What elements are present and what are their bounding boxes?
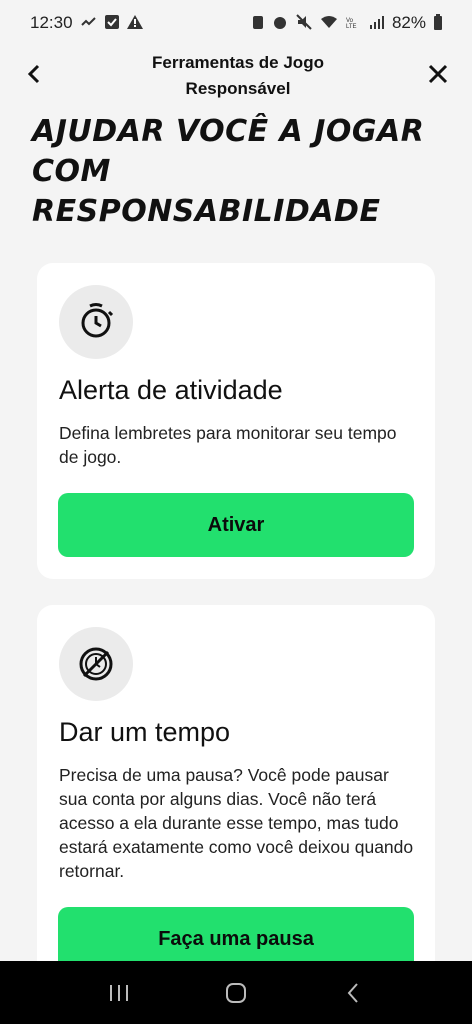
missed-call-icon	[80, 15, 97, 32]
recent-apps-button[interactable]	[99, 973, 139, 1013]
status-bar: 12:30 Vo LTE 82%	[0, 0, 472, 46]
header: Ferramentas de Jogo Responsável	[0, 46, 472, 102]
back-nav-button[interactable]	[333, 973, 373, 1013]
home-icon	[225, 982, 246, 1003]
home-button[interactable]	[216, 973, 256, 1013]
icon-circle	[59, 627, 133, 701]
status-time: 12:30	[30, 13, 73, 32]
system-nav-bar	[0, 961, 472, 1024]
chevron-left-icon	[27, 64, 40, 84]
checkbox-icon	[104, 14, 119, 32]
svg-text:LTE: LTE	[346, 24, 357, 29]
card-title: Dar um tempo	[59, 717, 231, 747]
mute-icon	[296, 13, 312, 33]
timer-icon	[81, 303, 114, 338]
clock-off-icon	[79, 647, 113, 681]
wifi-icon	[320, 15, 338, 32]
card-description: Precisa de uma pausa? Você pode pausar s…	[59, 765, 414, 881]
hero-title: AJUDAR VOCÊ A JOGAR COM RESPONSABILIDADE	[32, 114, 425, 229]
battery-saver-icon	[252, 14, 264, 33]
signal-icon	[369, 15, 384, 32]
recent-apps-icon	[109, 984, 128, 1001]
warning-icon	[126, 14, 143, 32]
card-title: Alerta de atividade	[59, 375, 283, 405]
icon-circle	[59, 285, 133, 359]
back-button[interactable]	[14, 54, 54, 94]
battery-icon	[434, 13, 442, 33]
close-icon	[428, 64, 448, 84]
take-break-card: Dar um tempo Precisa de uma pausa? Você …	[37, 605, 435, 1005]
battery-percent: 82%	[391, 13, 426, 32]
close-button[interactable]	[418, 54, 458, 94]
activity-alert-card: Alerta de atividade Defina lembretes par…	[37, 263, 435, 579]
back-icon	[347, 982, 359, 1003]
alarm-icon	[272, 14, 288, 33]
page-title: Ferramentas de Jogo Responsável	[152, 53, 324, 98]
card-description: Defina lembretes para monitorar seu temp…	[59, 423, 397, 467]
volte-icon: Vo LTE	[346, 15, 362, 32]
activate-button[interactable]: Ativar	[58, 493, 414, 557]
